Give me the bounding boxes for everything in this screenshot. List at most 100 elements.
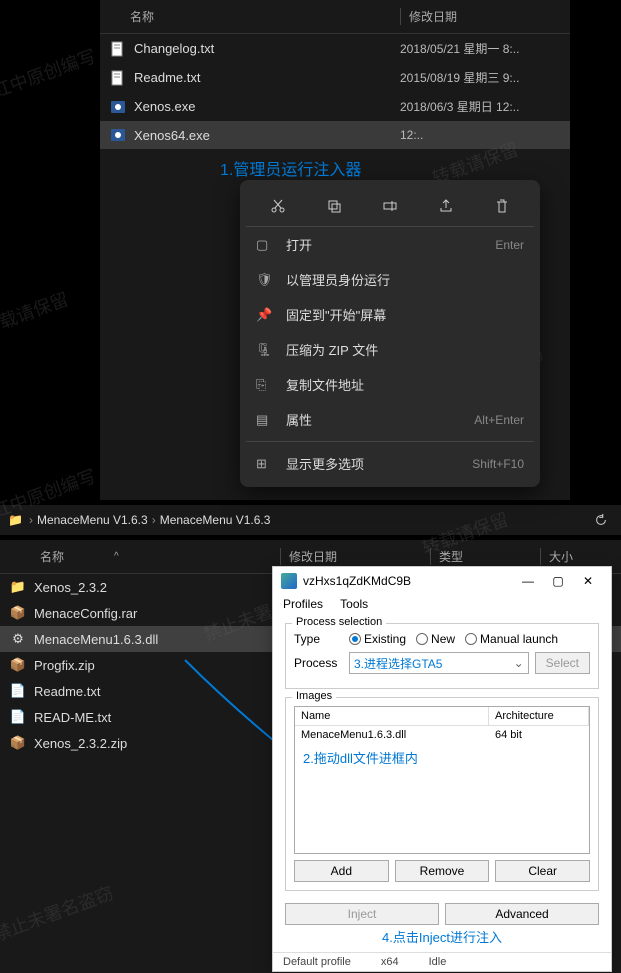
radio-icon — [465, 633, 477, 645]
image-row[interactable]: MenaceMenu1.6.3.dll 64 bit — [295, 726, 589, 744]
column-date-header[interactable]: 修改日期 — [280, 548, 430, 565]
file-name: MenaceConfig.rar — [34, 606, 137, 621]
admin-icon: 🛡 — [256, 272, 276, 288]
window-title: vzHxs1qZdKMdC9B — [303, 574, 513, 588]
inject-button[interactable]: Inject — [285, 903, 439, 925]
menu-label: 固定到"开始"屏幕 — [286, 305, 524, 324]
file-row[interactable]: Readme.txt 2015/08/19 星期三 9:.. — [100, 63, 570, 92]
minimize-button[interactable]: — — [513, 571, 543, 591]
column-name-header[interactable]: 名称 — [110, 8, 400, 25]
annotation-text: 2.拖动dll文件进框内 — [295, 744, 589, 771]
copy-icon[interactable] — [320, 192, 348, 220]
menu-label: 属性 — [286, 410, 474, 429]
radio-manual[interactable]: Manual launch — [465, 632, 558, 646]
radio-label: Existing — [364, 632, 406, 646]
inject-buttons: Inject Advanced — [285, 903, 599, 925]
radio-new[interactable]: New — [416, 632, 455, 646]
delete-icon[interactable] — [488, 192, 516, 220]
ctx-run-as-admin[interactable]: 🛡 以管理员身份运行 — [246, 262, 534, 297]
column-name[interactable]: Name — [295, 707, 489, 725]
column-type-header[interactable]: 类型 — [430, 548, 540, 565]
share-icon[interactable] — [432, 192, 460, 220]
open-icon: ▢ — [256, 237, 276, 253]
ctx-copy-path[interactable]: ⎘ 复制文件地址 — [246, 367, 534, 402]
file-name: Xenos_2.3.2 — [34, 580, 107, 595]
text-file-icon: 📄 — [10, 709, 26, 725]
column-date-header[interactable]: 修改日期 — [400, 8, 560, 25]
text-file-icon: 📄 — [10, 683, 26, 699]
ctx-properties[interactable]: ▤ 属性 Alt+Enter — [246, 402, 534, 437]
fieldset-legend: Images — [292, 690, 336, 702]
file-name: READ-ME.txt — [34, 710, 111, 725]
folder-icon: 📁 — [8, 513, 23, 527]
menubar: Profiles Tools — [273, 595, 611, 617]
file-list-header: 名称 修改日期 — [100, 0, 570, 34]
refresh-button[interactable] — [589, 508, 613, 532]
column-size-header[interactable]: 大小 — [540, 548, 611, 565]
file-name: Progfix.zip — [34, 658, 95, 673]
file-name: MenaceMenu1.6.3.dll — [34, 632, 158, 647]
radio-existing[interactable]: Existing — [349, 632, 406, 646]
ctx-pin-to-start[interactable]: 📌 固定到"开始"屏幕 — [246, 297, 534, 332]
menu-label: 压缩为 ZIP 文件 — [286, 340, 524, 359]
radio-label: New — [431, 632, 455, 646]
select-process-button[interactable]: Select — [535, 652, 590, 674]
titlebar[interactable]: vzHxs1qZdKMdC9B — ▢ ✕ — [273, 567, 611, 595]
properties-icon: ▤ — [256, 412, 276, 428]
dialog-body: Process selection Type Existing New Manu… — [273, 617, 611, 952]
process-combobox[interactable]: 3.进程选择GTA5 ⌄ — [349, 652, 529, 674]
file-name: Changelog.txt — [134, 41, 400, 56]
column-arch[interactable]: Architecture — [489, 707, 589, 725]
column-name-header[interactable]: 名称^ — [10, 548, 280, 565]
ctx-open[interactable]: ▢ 打开 Enter — [246, 227, 534, 262]
watermark-text: 转载请保留 — [0, 285, 72, 340]
images-group: Images Name Architecture MenaceMenu1.6.3… — [285, 697, 599, 891]
folder-icon: 📁 — [10, 579, 26, 595]
menu-profiles[interactable]: Profiles — [283, 597, 323, 611]
watermark-text: 红中原创编写 — [0, 42, 99, 103]
add-button[interactable]: Add — [294, 860, 389, 882]
context-toolbar — [246, 186, 534, 227]
clear-button[interactable]: Clear — [495, 860, 590, 882]
cut-icon[interactable] — [264, 192, 292, 220]
type-label: Type — [294, 632, 349, 646]
ctx-show-more[interactable]: ⊞ 显示更多选项 Shift+F10 — [246, 446, 534, 481]
more-icon: ⊞ — [256, 456, 276, 472]
process-selection-group: Process selection Type Existing New Manu… — [285, 623, 599, 689]
remove-button[interactable]: Remove — [395, 860, 490, 882]
file-date: 2015/08/19 星期三 9:.. — [400, 69, 560, 86]
ctx-compress-zip[interactable]: 🗜 压缩为 ZIP 文件 — [246, 332, 534, 367]
close-button[interactable]: ✕ — [573, 571, 603, 591]
images-listbox[interactable]: Name Architecture MenaceMenu1.6.3.dll 64… — [294, 706, 590, 854]
file-row[interactable]: Xenos.exe 2018/06/3 星期日 12:.. — [100, 92, 570, 121]
file-row[interactable]: Changelog.txt 2018/05/21 星期一 8:.. — [100, 34, 570, 63]
pin-icon: 📌 — [256, 307, 276, 323]
breadcrumb-part[interactable]: MenaceMenu V1.6.3 — [37, 513, 148, 527]
menu-shortcut: Shift+F10 — [472, 457, 524, 471]
fieldset-legend: Process selection — [292, 616, 386, 628]
sort-indicator-icon: ^ — [114, 551, 119, 562]
dll-file-icon: ⚙ — [10, 631, 26, 647]
context-menu: ▢ 打开 Enter 🛡 以管理员身份运行 📌 固定到"开始"屏幕 🗜 压缩为 … — [240, 180, 540, 487]
status-state: Idle — [429, 956, 447, 968]
menu-label: 以管理员身份运行 — [286, 270, 524, 289]
exe-file-icon — [110, 127, 126, 143]
menu-tools[interactable]: Tools — [340, 597, 368, 611]
file-name: Readme.txt — [34, 684, 100, 699]
breadcrumb-part[interactable]: MenaceMenu V1.6.3 — [160, 513, 271, 527]
rename-icon[interactable] — [376, 192, 404, 220]
advanced-button[interactable]: Advanced — [445, 903, 599, 925]
exe-file-icon — [110, 99, 126, 115]
menu-shortcut: Alt+Enter — [474, 413, 524, 427]
menu-label: 打开 — [286, 235, 495, 254]
file-name: Readme.txt — [134, 70, 400, 85]
image-name: MenaceMenu1.6.3.dll — [295, 728, 489, 742]
file-date: 2018/06/3 星期日 12:.. — [400, 98, 560, 115]
file-row-selected[interactable]: Xenos64.exe 12:.. — [100, 121, 570, 149]
status-bar: Default profile x64 Idle — [273, 952, 611, 971]
images-list-header: Name Architecture — [295, 707, 589, 726]
zip-icon: 🗜 — [256, 342, 276, 358]
app-icon — [281, 573, 297, 589]
maximize-button[interactable]: ▢ — [543, 571, 573, 591]
chevron-right-icon: › — [152, 513, 156, 527]
